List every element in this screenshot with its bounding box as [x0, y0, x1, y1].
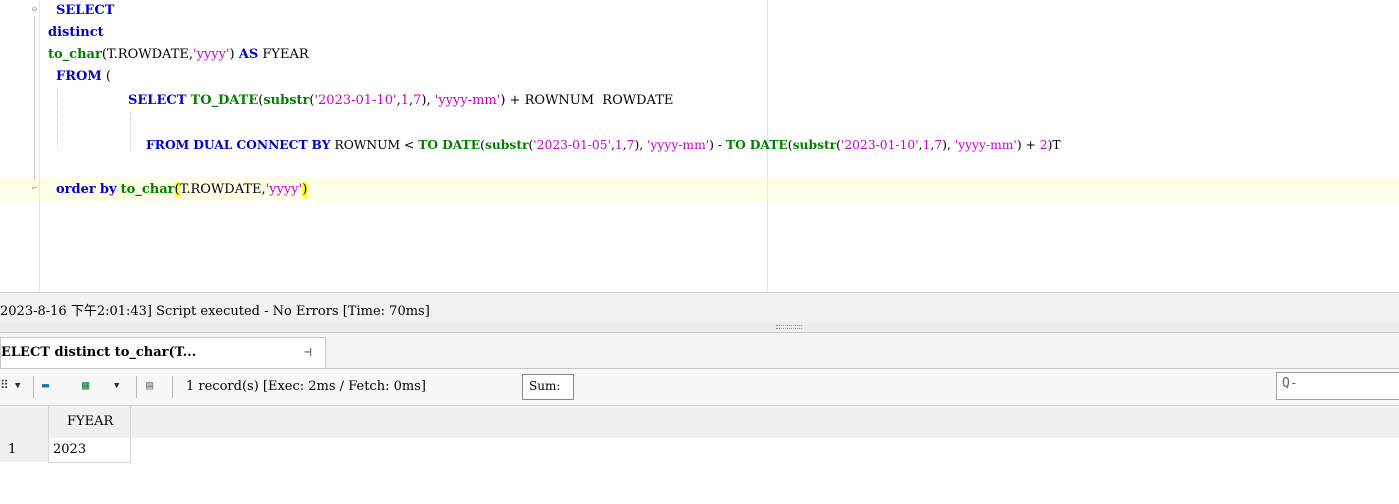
indent-guide: [130, 112, 131, 150]
code-line-6: FROM DUAL CONNECT BY ROWNUM < TO DATE(su…: [146, 137, 1061, 152]
record-count: 1 record(s) [Exec: 2ms / Fetch: 0ms]: [186, 379, 426, 394]
search-icon[interactable]: Q-: [1282, 376, 1298, 391]
script-icon[interactable]: ▤: [146, 378, 153, 392]
sum-field[interactable]: Sum:: [522, 374, 574, 400]
code-line-7: order by to_char(T.ROWDATE,'yyyy'): [56, 182, 308, 197]
toolbar-separator: [33, 376, 34, 398]
code-line-3: to_char(T.ROWDATE,'yyyy') AS FYEAR: [48, 47, 309, 62]
column-header-label: FYEAR: [67, 414, 114, 429]
table-cell[interactable]: 2023: [48, 438, 131, 463]
toolbar-separator: [172, 376, 173, 398]
fold-end-icon[interactable]: ⌐: [30, 185, 39, 194]
result-tab[interactable]: ELECT distinct to_char(T... ⊣: [0, 337, 326, 368]
code-line-2: distinct: [48, 25, 104, 40]
toolbar-separator: [136, 376, 137, 398]
export-icon[interactable]: ▬: [42, 378, 49, 392]
gutter-divider: [39, 0, 40, 292]
panel-splitter[interactable]: [0, 322, 1399, 333]
code-line-5: SELECT TO_DATE(substr('2023-01-10',1,7),…: [128, 93, 674, 108]
splitter-grip[interactable]: [776, 325, 802, 329]
column-header-fyear[interactable]: FYEAR: [48, 406, 131, 438]
excel-icon[interactable]: ▦: [82, 378, 89, 392]
table-row[interactable]: 1 2023: [0, 438, 131, 463]
result-tab-label: ELECT distinct to_char(T...: [1, 345, 197, 360]
sql-editor[interactable]: ⊖ ⌐ SELECT distinct to_char(T.ROWDATE,'y…: [0, 0, 1399, 292]
result-tab-bar: ELECT distinct to_char(T... ⊣: [0, 333, 1399, 369]
execution-log: 2023-8-16 下午2:01:43] Script executed - N…: [0, 292, 1399, 324]
refresh-icon[interactable]: ⠿: [0, 378, 9, 392]
code-line-1: SELECT: [56, 3, 115, 18]
fold-range-line: [34, 16, 35, 180]
fold-collapse-icon[interactable]: ⊖: [30, 6, 39, 15]
chevron-down-icon[interactable]: ▼: [114, 381, 119, 391]
filter-input[interactable]: Q-: [1276, 372, 1399, 400]
execution-message: 2023-8-16 下午2:01:43] Script executed - N…: [0, 304, 430, 319]
pin-icon[interactable]: ⊣: [304, 345, 312, 360]
result-toolbar: ⠿ ▼ ▬ ▦ ▼ ▤ 1 record(s) [Exec: 2ms / Fet…: [0, 369, 1399, 406]
row-number: 1: [0, 438, 48, 462]
grid-header: FYEAR: [0, 406, 1399, 438]
result-grid[interactable]: FYEAR 1 2023: [0, 406, 1399, 504]
chevron-down-icon[interactable]: ▼: [15, 381, 20, 391]
sum-label: Sum:: [529, 379, 561, 393]
code-line-4: FROM (: [56, 69, 111, 84]
indent-guide: [57, 90, 58, 148]
